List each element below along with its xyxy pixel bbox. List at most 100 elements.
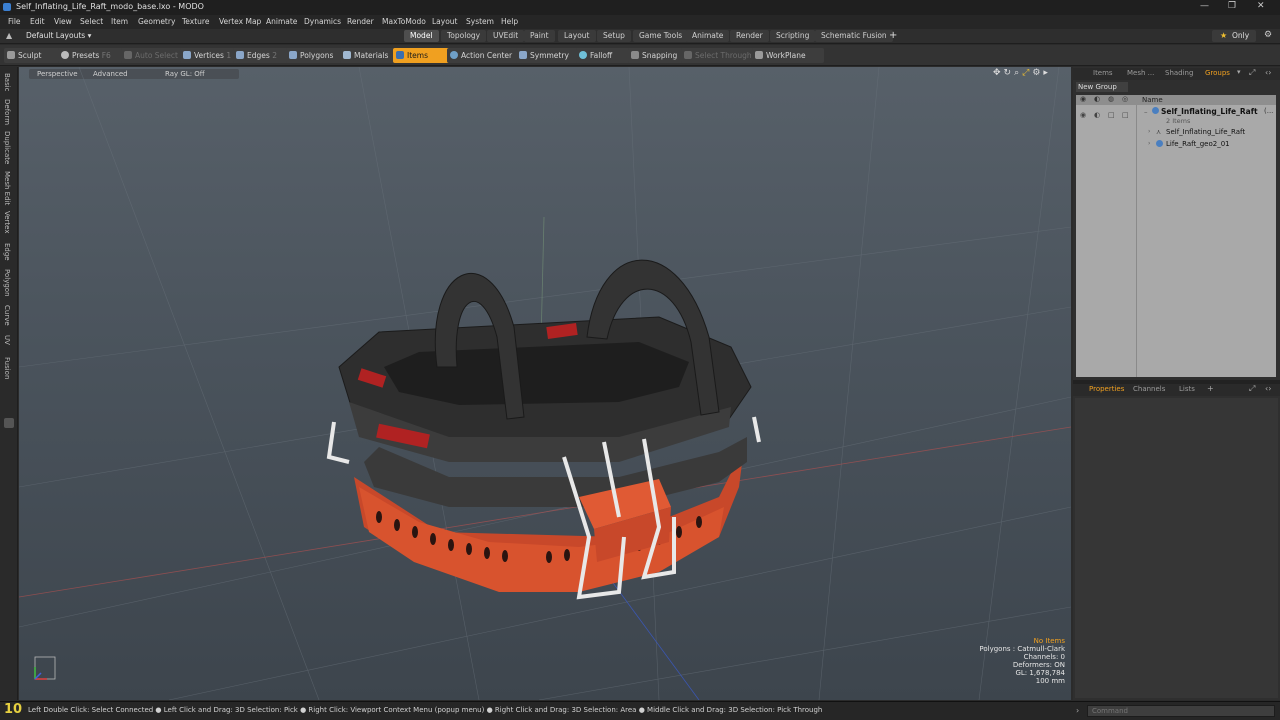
vtab-polygon[interactable]: Polygon	[3, 269, 11, 297]
tab-animate[interactable]: Animate	[686, 30, 730, 42]
tab-groups[interactable]: Groups	[1205, 69, 1230, 77]
tab-scripting[interactable]: Scripting	[770, 30, 816, 42]
group-child-item[interactable]: Self_Inflating_Life_Raft	[1166, 128, 1245, 136]
tab-model[interactable]: Model	[404, 30, 439, 42]
panel-options-icon[interactable]: ‹›	[1265, 384, 1271, 393]
vtab-basic[interactable]: Basic	[3, 73, 11, 92]
tab-lists[interactable]: Lists	[1179, 385, 1195, 393]
groups-menu-icon[interactable]: ▾	[1237, 68, 1241, 76]
mesh-item-icon: ⋏	[1156, 128, 1162, 136]
add-tab-button[interactable]: +	[889, 30, 897, 41]
command-input[interactable]	[1087, 705, 1275, 717]
falloff-icon	[579, 51, 587, 59]
menu-view[interactable]: View	[54, 17, 72, 26]
group-render-icon[interactable]: ◐	[1094, 111, 1100, 119]
vtab-uv[interactable]: UV	[3, 335, 11, 345]
menu-geometry[interactable]: Geometry	[138, 17, 175, 26]
frame-counter: 10	[4, 702, 23, 717]
group-select-icon[interactable]: □	[1122, 111, 1129, 119]
left-tool-tabs: Basic Deform Duplicate Mesh Edit Vertex …	[0, 67, 18, 700]
group-row[interactable]: ◉ ◐ □ □ – Self_Inflating_Life_Raft (... …	[1076, 107, 1276, 148]
tab-uvedit[interactable]: UVEdit	[487, 30, 525, 42]
menu-dynamics[interactable]: Dynamics	[304, 17, 341, 26]
tab-render[interactable]: Render	[730, 30, 769, 42]
group-lock-icon[interactable]: □	[1108, 111, 1115, 119]
maximize-button[interactable]: ❐	[1228, 1, 1236, 11]
status-bar: 10 Left Double Click: Select Connected ●…	[0, 701, 1280, 720]
menu-item[interactable]: Item	[111, 17, 128, 26]
menu-animate[interactable]: Animate	[266, 17, 297, 26]
tab-shading[interactable]: Shading	[1165, 69, 1193, 77]
minimize-button[interactable]: —	[1200, 1, 1209, 11]
menu-maxtomodo[interactable]: MaxToModo	[382, 17, 426, 26]
tab-properties[interactable]: Properties	[1089, 385, 1124, 393]
close-button[interactable]: ✕	[1257, 1, 1265, 11]
tab-items[interactable]: Items	[1093, 69, 1113, 77]
lock-column-icon[interactable]: ◍	[1108, 95, 1114, 103]
menu-layout[interactable]: Layout	[432, 17, 458, 26]
vertices-label: Vertices	[194, 51, 224, 60]
vtab-curve[interactable]: Curve	[3, 305, 11, 326]
edges-count: 2	[272, 51, 277, 60]
only-label: Only	[1232, 31, 1250, 40]
vtab-deform[interactable]: Deform	[3, 99, 11, 125]
workplane-icon	[755, 51, 763, 59]
group-expand-icon[interactable]: –	[1144, 108, 1148, 116]
vtab-edge[interactable]: Edge	[3, 243, 11, 261]
workplane-button[interactable]: WorkPlane	[752, 48, 824, 63]
window-title: Self_Inflating_Life_Raft_modo_base.lxo -…	[16, 2, 204, 11]
menu-help[interactable]: Help	[501, 17, 518, 26]
hud-readout: No Items Polygons : Catmull-Clark Channe…	[979, 637, 1065, 685]
life-raft-model[interactable]	[326, 259, 761, 600]
menu-file[interactable]: File	[8, 17, 21, 26]
tab-channels[interactable]: Channels	[1133, 385, 1165, 393]
tab-setup[interactable]: Setup	[597, 30, 631, 42]
vtab-duplicate[interactable]: Duplicate	[3, 131, 11, 164]
layout-selector[interactable]: Default Layouts ▾	[26, 31, 91, 40]
tab-layout[interactable]: Layout	[558, 30, 596, 42]
add-properties-tab-button[interactable]: +	[1207, 384, 1214, 393]
tool-options-icon[interactable]	[4, 418, 14, 428]
name-column-header[interactable]: Name	[1142, 96, 1163, 104]
title-bar: Self_Inflating_Life_Raft_modo_base.lxo -…	[0, 0, 1280, 15]
only-toggle[interactable]: ★ Only	[1212, 30, 1256, 42]
tab-topology[interactable]: Topology	[441, 30, 487, 42]
gear-icon[interactable]: ⚙	[1264, 30, 1272, 40]
vtab-vertex[interactable]: Vertex	[3, 211, 11, 234]
hud-polygons: Polygons : Catmull-Clark	[979, 645, 1065, 653]
tab-mesh[interactable]: Mesh ...	[1127, 69, 1154, 77]
menu-texture[interactable]: Texture	[182, 17, 209, 26]
panel-options-icon[interactable]: ‹›	[1265, 68, 1271, 77]
expand-panel-icon[interactable]: ⤢	[1249, 68, 1255, 78]
render-column-icon[interactable]: ◐	[1094, 95, 1100, 103]
layout-bar: ▲ Default Layouts ▾ Model Topology UVEdi…	[0, 29, 1280, 44]
menu-select[interactable]: Select	[80, 17, 103, 26]
vtab-fusion[interactable]: Fusion	[3, 357, 11, 379]
polygons-label: Polygons	[300, 51, 334, 60]
menu-system[interactable]: System	[466, 17, 494, 26]
vertices-count: 1	[226, 51, 232, 60]
visibility-column-icon[interactable]: ◉	[1080, 95, 1086, 103]
group-child-item[interactable]: Life_Raft_geo2_01	[1166, 140, 1230, 148]
groups-list[interactable]: ◉ ◐ ◍ ◎ Name ◉ ◐ □ □ – Self_Inflating_Li…	[1076, 95, 1276, 377]
hud-no-items: No Items	[1033, 637, 1065, 645]
menu-render[interactable]: Render	[347, 17, 374, 26]
vtab-mesh-edit[interactable]: Mesh Edit	[3, 171, 11, 205]
expand-panel-icon[interactable]: ⤢	[1249, 384, 1255, 394]
command-expand-icon[interactable]: ›	[1076, 706, 1079, 715]
group-visibility-icon[interactable]: ◉	[1080, 111, 1086, 119]
select-column-icon[interactable]: ◎	[1122, 95, 1128, 103]
tab-game-tools[interactable]: Game Tools	[633, 30, 689, 42]
menu-vertex-map[interactable]: Vertex Map	[219, 17, 261, 26]
pin-icon[interactable]: ▲	[6, 31, 12, 40]
menu-edit[interactable]: Edit	[30, 17, 45, 26]
new-group-button[interactable]: New Group	[1076, 82, 1128, 92]
tab-schematic-fusion[interactable]: Schematic Fusion	[815, 30, 893, 42]
vertices-icon	[183, 51, 191, 59]
scene-render	[19, 67, 1071, 700]
3d-viewport[interactable]: Perspective Advanced Ray GL: Off ✥↻⌕⤢⚙▸	[19, 67, 1071, 700]
action-center-icon	[450, 51, 458, 59]
axis-gizmo	[34, 656, 56, 680]
tab-paint[interactable]: Paint	[524, 30, 555, 42]
groups-tabbar: Items Mesh ... Shading Groups ▾ ⤢ ‹›	[1073, 68, 1280, 80]
